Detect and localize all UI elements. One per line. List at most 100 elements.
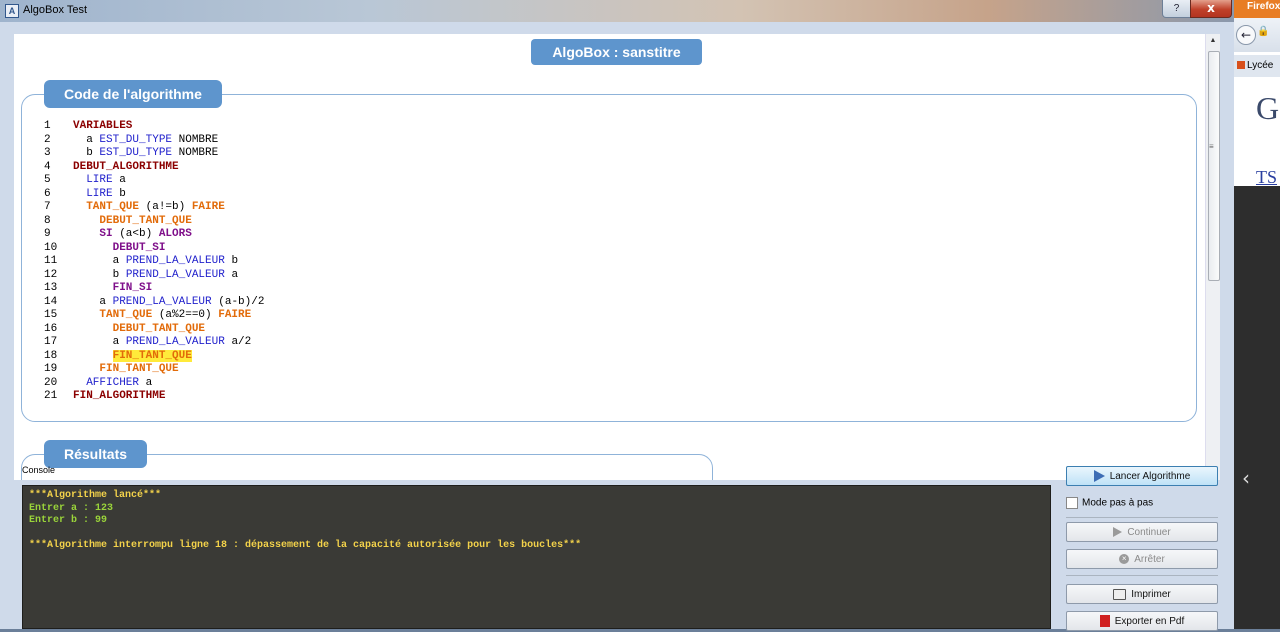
scroll-up-icon[interactable]: ▲ <box>1206 34 1220 48</box>
page-heading-fragment: G <box>1256 90 1280 126</box>
code-token: PREND_LA_VALEUR <box>125 336 225 348</box>
code-token: FIN_TANT_QUE <box>112 349 192 362</box>
console-line: Entrer b : 99 <box>29 515 108 527</box>
code-listing: 1 VARIABLES 2 a EST_DU_TYPE NOMBRE 3 b EST_… <box>44 120 264 404</box>
code-token: TANT_QUE <box>86 201 140 213</box>
bookmark-item[interactable]: Lycée <box>1234 55 1280 77</box>
code-line: 19 FIN_TANT_QUE <box>44 363 264 377</box>
code-token: a <box>112 174 126 186</box>
lock-icon: 🔒 <box>1257 26 1270 37</box>
line-number: 3 <box>44 147 51 159</box>
title-bar: A AlgoBox Test ? x <box>0 0 1234 22</box>
console-line: ***Algorithme interrompu ligne 18 : dépa… <box>29 540 582 552</box>
code-token: FAIRE <box>191 201 225 213</box>
firefox-window: Firefox ← 🔒 Lycée G TS ‹ <box>1234 0 1280 629</box>
code-line: 7 TANT_QUE (a!=b) FAIRE <box>44 201 264 215</box>
line-number: 9 <box>44 228 51 240</box>
code-token: SI <box>99 228 113 240</box>
divider <box>1066 575 1218 576</box>
code-line: 17 a PREND_LA_VALEUR a/2 <box>44 336 264 350</box>
scroll-thumb[interactable] <box>1208 51 1220 281</box>
console-label: Console <box>22 465 56 475</box>
page-link[interactable]: TS <box>1256 167 1277 188</box>
code-line: 8 DEBUT_TANT_QUE <box>44 215 264 229</box>
code-section-legend: Code de l'algorithme <box>44 80 222 108</box>
step-mode-label: Mode pas à pas <box>1082 497 1154 509</box>
code-line: 20 AFFICHER a <box>44 377 264 391</box>
code-token: FIN_ALGORITHME <box>73 390 166 402</box>
help-button[interactable]: ? <box>1162 0 1191 18</box>
run-algorithm-button[interactable]: Lancer Algorithme <box>1066 466 1218 486</box>
code-token: PREND_LA_VALEUR <box>125 255 225 267</box>
line-number: 19 <box>44 363 58 375</box>
code-line: 14 a PREND_LA_VALEUR (a-b)/2 <box>44 296 264 310</box>
continue-button[interactable]: Continuer <box>1066 522 1218 542</box>
line-number: 6 <box>44 187 51 200</box>
code-token: LIRE <box>86 174 113 186</box>
code-token: a/2 <box>224 336 252 348</box>
vertical-scrollbar[interactable]: ▲ ≡ ▼ <box>1205 34 1220 480</box>
line-number: 10 <box>44 241 58 254</box>
algobox-app-icon: A <box>5 4 19 18</box>
stop-button[interactable]: × Arrêter <box>1066 549 1218 569</box>
pdf-icon <box>1099 615 1110 628</box>
code-token: b <box>73 268 126 281</box>
code-line: 18 FIN_TANT_QUE <box>44 349 264 364</box>
continue-label: Continuer <box>1127 527 1171 538</box>
code-token: a <box>73 255 126 267</box>
chevron-left-icon[interactable]: ‹ <box>1242 466 1250 490</box>
code-token: AFFICHER <box>86 376 140 389</box>
line-number: 14 <box>44 295 58 308</box>
page-title: AlgoBox : sanstitre <box>531 39 702 65</box>
code-token: PREND_LA_VALEUR <box>112 295 212 308</box>
export-pdf-button[interactable]: Exporter en Pdf <box>1066 611 1218 631</box>
results-section-legend: Résultats <box>44 440 148 468</box>
scroll-grip-icon: ≡ <box>1209 142 1214 151</box>
print-button[interactable]: Imprimer <box>1066 584 1218 604</box>
code-token: DEBUT_TANT_QUE <box>112 322 206 335</box>
code-line: 5 LIRE a <box>44 174 264 188</box>
code-token: PREND_LA_VALEUR <box>125 268 225 281</box>
divider <box>1066 517 1218 518</box>
code-token: TANT_QUE <box>99 309 153 321</box>
code-token: DEBUT_ALGORITHME <box>73 160 179 173</box>
code-token: FIN_TANT_QUE <box>99 363 179 375</box>
printer-icon <box>1113 588 1127 600</box>
back-arrow-icon[interactable]: ← <box>1236 25 1256 45</box>
code-token: NOMBRE <box>172 133 219 146</box>
code-token: (a!=b) <box>139 201 192 213</box>
step-mode-checkbox[interactable]: Mode pas à pas <box>1066 497 1153 509</box>
code-token: a <box>73 133 100 146</box>
code-token: FAIRE <box>218 309 252 321</box>
line-number: 11 <box>44 255 58 267</box>
line-number: 13 <box>44 282 58 294</box>
code-line: 6 LIRE b <box>44 188 264 202</box>
console-output: ***Algorithme lancé*** Entrer a : 123 Entr… <box>22 485 1051 629</box>
checkbox-icon[interactable] <box>1066 497 1078 509</box>
code-token: a <box>73 336 126 348</box>
line-number: 2 <box>44 133 51 146</box>
window-title: AlgoBox Test <box>23 4 88 16</box>
code-token: (a<b) <box>112 228 159 240</box>
line-number: 17 <box>44 336 58 348</box>
code-line: 9 SI (a<b) ALORS <box>44 228 264 242</box>
code-token: ALORS <box>158 228 192 240</box>
console-line: Entrer a : 123 <box>29 502 114 514</box>
line-number: 7 <box>44 201 51 213</box>
code-line: 1 VARIABLES <box>44 120 264 134</box>
code-line: 16 DEBUT_TANT_QUE <box>44 323 264 337</box>
close-button[interactable]: x <box>1190 0 1232 18</box>
code-token: EST_DU_TYPE <box>99 147 173 159</box>
line-number: 1 <box>44 120 51 132</box>
code-line: 11 a PREND_LA_VALEUR b <box>44 255 264 269</box>
bookmark-icon <box>1237 61 1245 70</box>
